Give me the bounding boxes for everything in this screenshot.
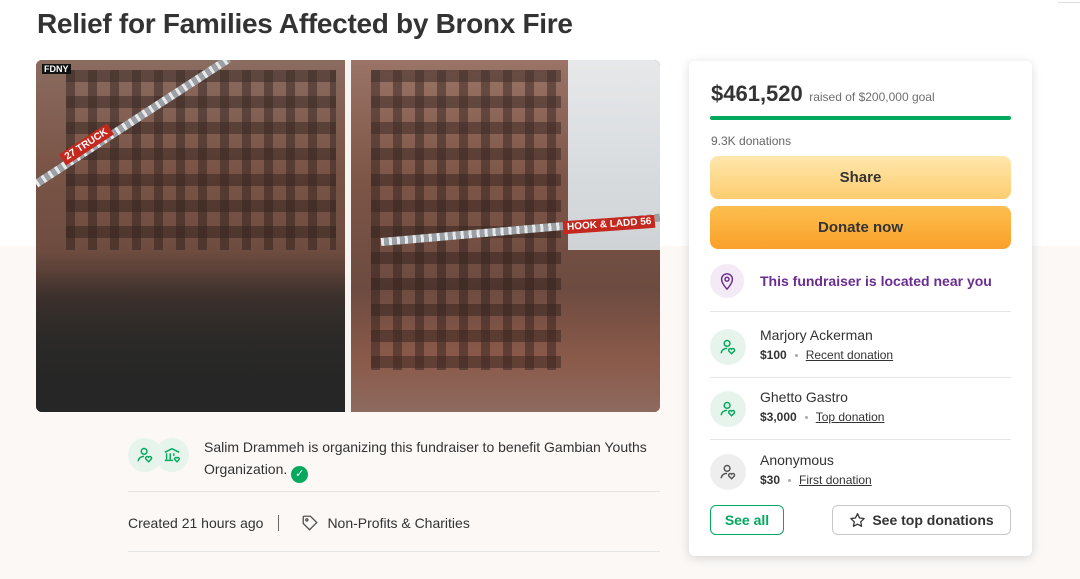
divider xyxy=(128,491,660,492)
donor-amount: $100 xyxy=(760,348,787,362)
donation-sidebar-card: $461,520 raised of $200,000 goal 9.3K do… xyxy=(689,61,1032,556)
ladder-number: 56 xyxy=(639,216,652,228)
share-button[interactable]: Share xyxy=(710,156,1011,199)
hero-photo-right: HOOK & LADD 56 xyxy=(351,60,660,412)
hero-image[interactable]: 27 TRUCK FDNY HOOK & LADD 56 xyxy=(36,60,660,412)
top-donation-link[interactable]: Top donation xyxy=(816,410,885,424)
star-icon xyxy=(850,512,866,527)
organizer-description: Salim Drammeh is organizing this fundrai… xyxy=(204,436,660,483)
raised-summary: $461,520 raised of $200,000 goal xyxy=(711,81,935,107)
donor-heart-icon xyxy=(710,454,746,490)
dot-separator xyxy=(794,353,798,357)
goal-text: raised of $200,000 goal xyxy=(809,90,935,104)
progress-fill xyxy=(710,116,1011,120)
fdny-watermark: FDNY xyxy=(42,64,71,74)
see-top-donations-button[interactable]: See top donations xyxy=(832,505,1011,535)
donor-amount: $3,000 xyxy=(760,410,797,424)
firefighters-crowd xyxy=(36,252,345,412)
donor-amount: $30 xyxy=(760,473,781,487)
donor-name: Anonymous xyxy=(760,452,834,468)
donor-item: Marjory Ackerman $100 Recent donation xyxy=(710,327,1011,371)
verified-check-icon: ✓ xyxy=(291,465,309,483)
donor-name: Marjory Ackerman xyxy=(760,327,873,343)
donor-heart-icon xyxy=(710,391,746,427)
divider xyxy=(128,551,660,552)
raised-amount: $461,520 xyxy=(711,81,803,106)
donor-item: Anonymous $30 First donation xyxy=(710,452,1011,496)
dot-separator xyxy=(788,478,792,482)
divider xyxy=(710,439,1011,440)
charity-building-icon xyxy=(155,438,189,472)
category-label: Non-Profits & Charities xyxy=(327,515,470,531)
building-windows xyxy=(66,70,336,250)
location-notice-text: This fundraiser is located near you xyxy=(760,273,992,289)
donor-info: $100 Recent donation xyxy=(760,348,893,362)
fundraiser-meta: Created 21 hours ago Non-Profits & Chari… xyxy=(128,514,470,532)
corner-divider xyxy=(1058,0,1080,3)
hero-photo-left: 27 TRUCK FDNY xyxy=(36,60,345,412)
tag-icon xyxy=(303,515,319,531)
location-notice: This fundraiser is located near you xyxy=(710,263,1011,299)
fundraiser-title: Relief for Families Affected by Bronx Fi… xyxy=(37,8,573,39)
first-donation-link[interactable]: First donation xyxy=(799,473,872,487)
category-link[interactable]: Non-Profits & Charities xyxy=(301,514,470,532)
progress-bar xyxy=(710,116,1011,120)
donor-heart-icon xyxy=(710,329,746,365)
building-windows xyxy=(371,70,561,370)
created-time: Created 21 hours ago xyxy=(128,515,264,531)
organizer-text: Salim Drammeh is organizing this fundrai… xyxy=(204,439,647,477)
donor-info: $30 First donation xyxy=(760,473,872,487)
donate-now-button[interactable]: Donate now xyxy=(710,206,1011,249)
meta-separator xyxy=(278,515,280,531)
organizer-icons xyxy=(128,436,192,474)
donor-item: Ghetto Gastro $3,000 Top donation xyxy=(710,389,1011,433)
dot-separator xyxy=(804,415,808,419)
donations-count: 9.3K donations xyxy=(711,134,792,148)
location-pin-icon xyxy=(710,264,744,298)
donor-name: Ghetto Gastro xyxy=(760,389,848,405)
recent-donation-link[interactable]: Recent donation xyxy=(806,348,893,362)
divider xyxy=(710,377,1011,378)
donor-info: $3,000 Top donation xyxy=(760,410,884,424)
see-top-donations-label: See top donations xyxy=(872,512,994,528)
see-all-button[interactable]: See all xyxy=(710,505,784,535)
divider xyxy=(710,311,1011,312)
